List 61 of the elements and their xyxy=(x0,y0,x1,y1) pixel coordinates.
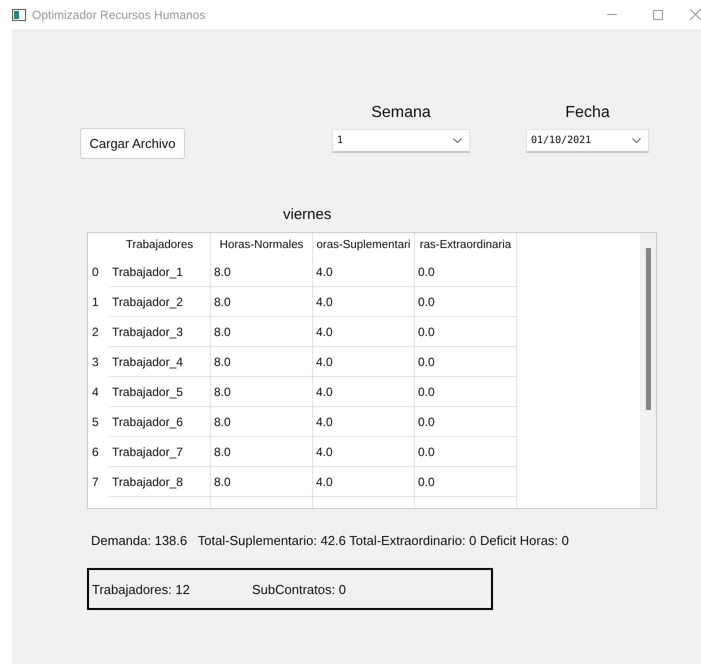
table-cell: 0.0 xyxy=(415,347,517,377)
week-label: Semana xyxy=(371,104,431,123)
table-cell: 8.0 xyxy=(211,407,313,437)
table-cell: Trabajador_5 xyxy=(109,377,211,407)
table-cell: 8.0 xyxy=(211,317,313,347)
table-cell: Trabajador_6 xyxy=(109,407,211,437)
row-number: 0 xyxy=(91,264,100,281)
app-icon xyxy=(12,8,26,20)
chevron-icon xyxy=(632,138,641,143)
table-cell: 4.0 xyxy=(313,407,415,437)
row-number: 2 xyxy=(91,324,100,341)
table-cell: 0.0 xyxy=(415,437,517,467)
table-cell: Trabajador_8 xyxy=(109,467,211,497)
table-cell: 4.0 xyxy=(313,347,415,377)
column-header[interactable]: Trabajadores xyxy=(109,233,211,257)
column-header[interactable]: oras-Suplementari xyxy=(313,233,415,257)
table-cell: 4.0 xyxy=(313,467,415,497)
table-cell: 0.0 xyxy=(415,377,517,407)
table-cell: 8.0 xyxy=(211,347,313,377)
table-cell: Trabajador_2 xyxy=(109,287,211,317)
close-icon[interactable] xyxy=(690,9,701,20)
count-label: Trabajadores: 12 xyxy=(92,582,191,596)
date-dropdown[interactable]: 01/10/2021 xyxy=(526,129,649,153)
week-dropdown[interactable]: 1 xyxy=(332,129,470,153)
table-cell: Trabajador_3 xyxy=(109,317,211,347)
table-cell: 8.0 xyxy=(211,437,313,467)
maximize-icon[interactable] xyxy=(653,10,663,20)
load-file-button[interactable]: Cargar Archivo xyxy=(80,128,185,159)
table-cell: 4.0 xyxy=(313,377,415,407)
row-number: 7 xyxy=(91,474,100,491)
table-cell: 8.0 xyxy=(211,377,313,407)
row-number: 5 xyxy=(91,414,100,431)
table-cell: 8.0 xyxy=(211,287,313,317)
count-label: SubContratos: 0 xyxy=(252,582,347,596)
table-cell: Trabajador_4 xyxy=(109,347,211,377)
scroll-thumb[interactable] xyxy=(646,248,650,410)
table-cell: Trabajador_7 xyxy=(109,437,211,467)
day-label: viernes xyxy=(283,206,332,225)
table-cell: 4.0 xyxy=(313,317,415,347)
summary-text: Demanda: 138.6 Total-Suplementario: 42.6 Total-Extraordinario: 0 Deficit Horas: 0 xyxy=(91,533,569,548)
scrollbar[interactable] xyxy=(640,233,656,508)
column-header[interactable]: ras-Extraordinaria xyxy=(415,233,517,257)
table-cell: 4.0 xyxy=(313,437,415,467)
table-cell: 0.0 xyxy=(415,467,517,497)
table-cell: 0.0 xyxy=(415,287,517,317)
table-cell: 4.0 xyxy=(313,257,415,287)
row-number: 4 xyxy=(91,384,100,401)
table-cell: 0.0 xyxy=(415,317,517,347)
window-title: Optimizador Recursos Humanos xyxy=(32,8,206,22)
table-cell: 8.0 xyxy=(211,257,313,287)
row-number: 3 xyxy=(91,354,100,371)
chevron-icon xyxy=(453,138,462,143)
row-number: 1 xyxy=(91,294,100,311)
table-cell: 4.0 xyxy=(313,287,415,317)
table-cell: 0.0 xyxy=(415,407,517,437)
table-cell: 8.0 xyxy=(211,467,313,497)
table-cell: Trabajador_1 xyxy=(109,257,211,287)
date-label: Fecha xyxy=(565,104,610,123)
row-number: 6 xyxy=(91,444,100,461)
table-cell: 0.0 xyxy=(415,257,517,287)
column-header[interactable]: Horas-Normales xyxy=(211,233,313,257)
